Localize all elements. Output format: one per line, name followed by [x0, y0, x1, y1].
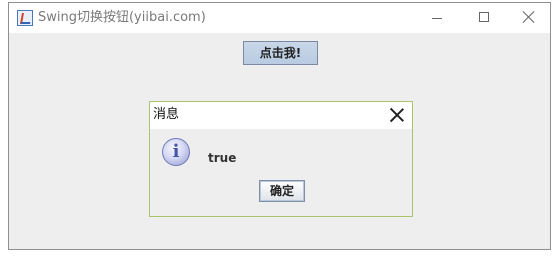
- dialog-title: 消息: [153, 107, 180, 122]
- message-text: true: [208, 151, 237, 165]
- click-me-button[interactable]: 点击我!: [243, 41, 318, 65]
- close-button[interactable]: [506, 3, 552, 33]
- ok-button[interactable]: 确定: [259, 180, 305, 202]
- app-window: Swing切换按钮(yiibai.com) 点击我! 消息 i true 确定: [8, 2, 551, 250]
- dialog-title-bar: 消息: [150, 102, 412, 129]
- java-app-icon: [17, 10, 33, 26]
- maximize-button[interactable]: [461, 3, 507, 33]
- minimize-button[interactable]: [414, 3, 460, 33]
- close-icon: [523, 11, 535, 23]
- info-icon: i: [162, 138, 190, 166]
- message-dialog: 消息 i true 确定: [149, 101, 413, 217]
- maximize-icon: [479, 12, 489, 22]
- window-title: Swing切换按钮(yiibai.com): [38, 10, 206, 25]
- minimize-icon: [432, 18, 442, 19]
- title-bar: Swing切换按钮(yiibai.com): [9, 3, 550, 33]
- dialog-close-icon[interactable]: [389, 107, 405, 123]
